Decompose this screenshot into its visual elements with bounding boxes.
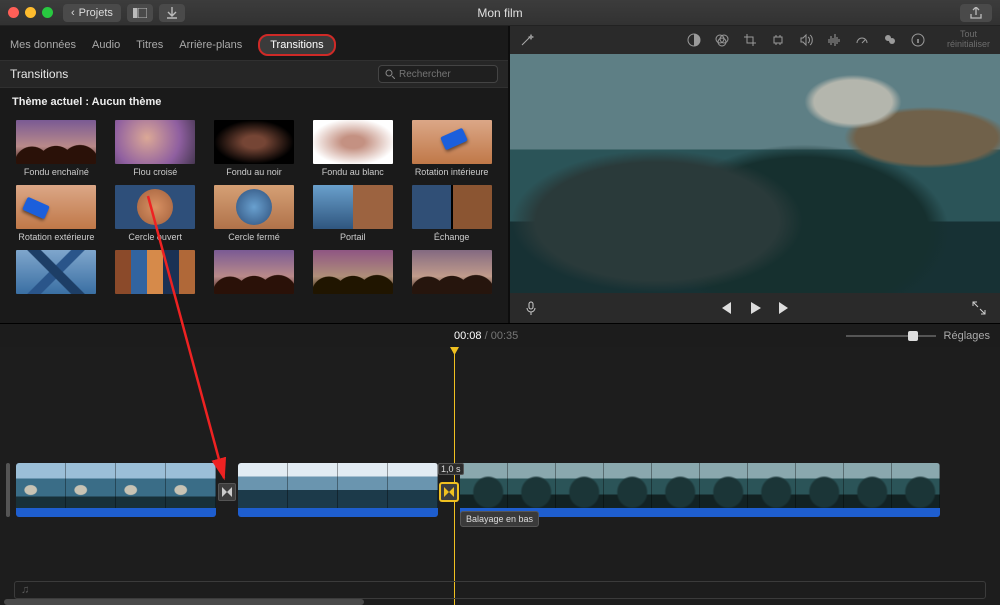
timeline-clip[interactable] xyxy=(460,463,940,517)
transition-label: Flou croisé xyxy=(133,167,177,177)
clip-filter-icon[interactable] xyxy=(883,33,897,47)
library-view-button[interactable] xyxy=(127,4,153,22)
transition-flou-croise[interactable]: Flou croisé xyxy=(111,120,200,177)
transition-item[interactable] xyxy=(210,250,299,294)
timeline-settings-button[interactable]: Réglages xyxy=(944,330,990,342)
timeline-transition[interactable] xyxy=(217,481,237,503)
fullscreen-preview-button[interactable] xyxy=(972,301,986,315)
transition-label: Cercle ouvert xyxy=(128,232,182,242)
preview-viewport[interactable] xyxy=(510,54,1000,293)
transition-label: Fondu enchaîné xyxy=(24,167,89,177)
play-button[interactable] xyxy=(748,301,762,315)
media-browser: Mes données Audio Titres Arrière-plans T… xyxy=(0,26,510,323)
transition-label: Portail xyxy=(340,232,366,242)
timeline-zoom-slider[interactable] xyxy=(846,335,936,337)
back-to-projects-button[interactable]: ‹ Projets xyxy=(63,4,121,22)
panel-title: Transitions xyxy=(10,67,68,81)
share-button[interactable] xyxy=(960,4,992,22)
timecode-display: 00:08 / 00:35 xyxy=(454,330,518,342)
timeline[interactable]: 1,0 s Balayage en bas ♫ xyxy=(0,347,1000,605)
viewer-pane: Tout réinitialiser xyxy=(510,26,1000,323)
tab-my-media[interactable]: Mes données xyxy=(10,39,76,51)
color-balance-icon[interactable] xyxy=(687,33,701,47)
window-controls xyxy=(8,7,53,18)
minimize-window-button[interactable] xyxy=(25,7,36,18)
titlebar: ‹ Projets Mon film xyxy=(0,0,1000,26)
timecode-total: 00:35 xyxy=(491,330,519,342)
transition-label: Fondu au blanc xyxy=(322,167,384,177)
transition-label: Fondu au noir xyxy=(226,167,282,177)
next-frame-button[interactable] xyxy=(778,302,792,314)
transition-echange[interactable]: Échange xyxy=(407,185,496,242)
transition-duration-label: 1,0 s xyxy=(438,463,464,475)
tab-transitions[interactable]: Transitions xyxy=(258,34,335,56)
speed-icon[interactable] xyxy=(855,33,869,47)
color-correction-icon[interactable] xyxy=(715,33,729,47)
crop-icon[interactable] xyxy=(743,33,757,47)
tab-backgrounds[interactable]: Arrière-plans xyxy=(179,39,242,51)
transition-rotation-exterieure[interactable]: Rotation extérieure xyxy=(12,185,101,242)
tab-audio[interactable]: Audio xyxy=(92,39,120,51)
transition-cercle-ouvert[interactable]: Cercle ouvert xyxy=(111,185,200,242)
noise-reduction-icon[interactable] xyxy=(827,33,841,47)
timeline-transition-selected[interactable] xyxy=(439,481,459,503)
panel-header: Transitions xyxy=(0,60,508,88)
stabilize-icon[interactable] xyxy=(771,33,785,47)
timeline-h-scrollbar[interactable] xyxy=(4,599,364,605)
transition-item[interactable] xyxy=(111,250,200,294)
transition-icon xyxy=(218,483,236,501)
transition-cercle-ferme[interactable]: Cercle fermé xyxy=(210,185,299,242)
chevron-left-icon: ‹ xyxy=(71,7,75,19)
info-icon[interactable] xyxy=(911,33,925,47)
back-label: Projets xyxy=(79,7,113,19)
timecode-bar: 00:08 / 00:35 Réglages xyxy=(0,323,1000,347)
close-window-button[interactable] xyxy=(8,7,19,18)
preview-image xyxy=(510,54,1000,293)
prev-frame-button[interactable] xyxy=(718,302,732,314)
browser-tabs: Mes données Audio Titres Arrière-plans T… xyxy=(0,26,508,60)
import-button[interactable] xyxy=(159,4,185,22)
transition-portail[interactable]: Portail xyxy=(308,185,397,242)
transition-fondu-blanc[interactable]: Fondu au blanc xyxy=(308,120,397,177)
voiceover-icon[interactable] xyxy=(524,301,538,315)
transition-tooltip: Balayage en bas xyxy=(460,511,539,527)
fullscreen-window-button[interactable] xyxy=(42,7,53,18)
tab-titles[interactable]: Titres xyxy=(136,39,163,51)
search-icon xyxy=(385,69,395,79)
transition-grid: Fondu enchaîné Flou croisé Fondu au noir… xyxy=(0,116,508,302)
transition-item[interactable] xyxy=(12,250,101,294)
magic-wand-icon[interactable] xyxy=(520,33,534,47)
transition-item[interactable] xyxy=(308,250,397,294)
transition-fondu-noir[interactable]: Fondu au noir xyxy=(210,120,299,177)
transition-item[interactable] xyxy=(407,250,496,294)
transition-icon xyxy=(440,483,458,501)
reset-all-button[interactable]: Tout réinitialiser xyxy=(947,30,990,50)
transition-fondu-enchaine[interactable]: Fondu enchaîné xyxy=(12,120,101,177)
timecode-sep: / xyxy=(482,330,491,342)
search-field[interactable] xyxy=(378,65,498,83)
timeline-clip[interactable] xyxy=(16,463,216,517)
transition-label: Rotation intérieure xyxy=(415,167,489,177)
viewer-toolbar: Tout réinitialiser xyxy=(510,26,1000,54)
timeline-clip[interactable] xyxy=(238,463,438,517)
transition-label: Rotation extérieure xyxy=(18,232,94,242)
timecode-current: 00:08 xyxy=(454,330,482,342)
search-input[interactable] xyxy=(399,69,479,80)
playback-controls xyxy=(510,293,1000,323)
transition-label: Échange xyxy=(434,232,470,242)
transition-rotation-interieure[interactable]: Rotation intérieure xyxy=(407,120,496,177)
volume-icon[interactable] xyxy=(799,33,813,47)
transition-label: Cercle fermé xyxy=(228,232,280,242)
audio-track-placeholder[interactable]: ♫ xyxy=(14,581,986,599)
theme-label: Thème actuel : Aucun thème xyxy=(0,88,508,116)
music-note-icon: ♫ xyxy=(21,584,29,596)
